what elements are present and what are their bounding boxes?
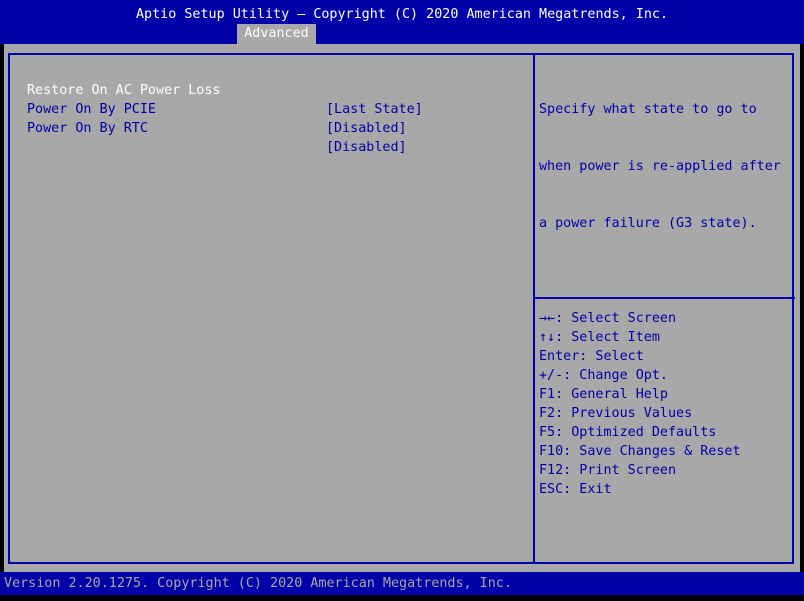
key-select-item: ↑↓: Select Item [539, 330, 660, 345]
setting-restore-on-ac-power-loss[interactable]: Restore On AC Power Loss [Last State] [27, 62, 423, 117]
setting-power-on-by-rtc[interactable]: Power On By RTC [Disabled] [27, 100, 407, 155]
footer-version-text: Version 2.20.1275. Copyright (C) 2020 Am… [4, 576, 512, 591]
help-keys-divider [535, 297, 795, 299]
key-enter-select: Enter: Select [539, 349, 644, 364]
setting-label: Power On By RTC [27, 121, 148, 136]
key-exit: ESC: Exit [539, 482, 612, 497]
help-text: Specify what state to go to when power i… [539, 62, 794, 271]
key-change-opt: +/-: Change Opt. [539, 368, 668, 383]
setting-power-on-by-pcie[interactable]: Power On By PCIE [Disabled] [27, 81, 407, 136]
tab-advanced[interactable]: Advanced [237, 24, 316, 44]
help-line: Specify what state to go to [539, 102, 757, 117]
setting-value[interactable]: [Last State] [326, 100, 423, 119]
key-select-screen: →←: Select Screen [539, 311, 677, 326]
vertical-divider [533, 53, 535, 564]
key-print-screen: F12: Print Screen [539, 463, 677, 478]
setting-value[interactable]: [Disabled] [326, 138, 407, 157]
key-legend: →←: Select Screen ↑↓: Select Item Enter:… [539, 309, 794, 499]
header-bar: Aptio Setup Utility – Copyright (C) 2020… [0, 0, 804, 44]
header-title: Aptio Setup Utility – Copyright (C) 2020… [135, 7, 669, 22]
key-optimized-defaults: F5: Optimized Defaults [539, 425, 717, 440]
key-general-help: F1: General Help [539, 387, 668, 402]
main-panel: Restore On AC Power Loss [Last State] Po… [4, 44, 800, 572]
key-save-changes-reset: F10: Save Changes & Reset [539, 444, 741, 459]
key-previous-values: F2: Previous Values [539, 406, 693, 421]
setting-value[interactable]: [Disabled] [326, 119, 407, 138]
footer-edge [0, 595, 804, 601]
help-line: when power is re-applied after [539, 159, 781, 174]
help-line: a power failure (G3 state). [539, 216, 757, 231]
